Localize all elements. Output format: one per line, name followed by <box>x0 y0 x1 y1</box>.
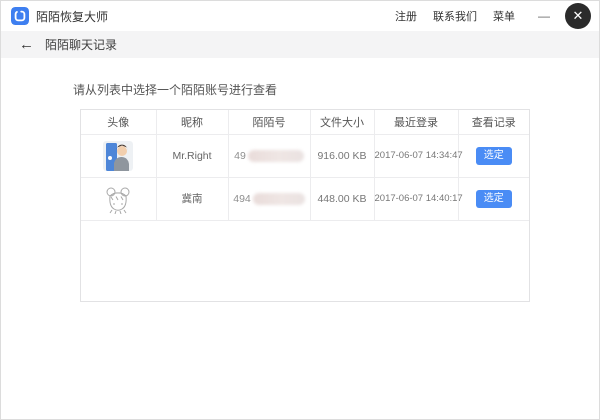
main-content: 请从列表中选择一个陌陌账号进行查看 头像 昵称 陌陌号 文件大小 最近登录 查看… <box>1 58 599 302</box>
register-link[interactable]: 注册 <box>395 8 417 24</box>
subheader-title: 陌陌聊天记录 <box>45 38 118 52</box>
momo-logo-icon <box>11 7 29 25</box>
table-header-row: 头像 昵称 陌陌号 文件大小 最近登录 查看记录 <box>81 110 529 135</box>
menu-link[interactable]: 菜单 <box>493 8 515 24</box>
last-login-cell: 2017-06-07 14:34:47 <box>374 134 463 178</box>
header-momo-id: 陌陌号 <box>228 110 311 135</box>
redacted-id-blur <box>252 192 305 205</box>
header-nickname: 昵称 <box>156 110 229 135</box>
minimize-icon[interactable]: — <box>537 1 551 31</box>
file-size-cell: 448.00 KB <box>310 177 375 221</box>
header-avatar: 头像 <box>81 110 157 135</box>
app-title: 陌陌恢复大师 <box>36 9 109 24</box>
titlebar: 陌陌恢复大师 注册 联系我们 菜单 — ✕ <box>1 1 599 31</box>
back-arrow-icon[interactable]: ← <box>19 37 34 52</box>
contact-us-link[interactable]: 联系我们 <box>433 8 477 24</box>
header-view-records: 查看记录 <box>458 110 529 135</box>
table-row: 冀南 494 448.00 KB 2017-06-07 14:40:17 选定 <box>81 177 529 221</box>
select-button[interactable]: 选定 <box>475 146 512 165</box>
header-file-size: 文件大小 <box>310 110 375 135</box>
close-button[interactable]: ✕ <box>565 3 591 29</box>
accounts-table-container: 头像 昵称 陌陌号 文件大小 最近登录 查看记录 Mr.Right 49 916… <box>80 109 530 302</box>
header-last-login: 最近登录 <box>374 110 459 135</box>
select-button[interactable]: 选定 <box>475 189 512 208</box>
app-window: 陌陌恢复大师 注册 联系我们 菜单 — ✕ ← 陌陌聊天记录 请从列表中选择一个… <box>0 0 600 420</box>
momo-id-cell: 494 <box>229 192 310 205</box>
anime-girl-sketch-avatar <box>103 183 134 214</box>
subheader: ← 陌陌聊天记录 <box>1 31 599 58</box>
man-cartoon-avatar <box>103 140 134 171</box>
accounts-table: 头像 昵称 陌陌号 文件大小 最近登录 查看记录 Mr.Right 49 916… <box>81 110 529 221</box>
table-row: Mr.Right 49 916.00 KB 2017-06-07 14:34:4… <box>81 134 529 178</box>
momo-id-cell: 49 <box>229 149 310 162</box>
instruction-text: 请从列表中选择一个陌陌账号进行查看 <box>73 83 278 97</box>
last-login-cell: 2017-06-07 14:40:17 <box>374 177 463 221</box>
nickname-cell: Mr.Right <box>156 134 229 178</box>
redacted-id-blur <box>247 149 304 162</box>
file-size-cell: 916.00 KB <box>310 134 375 178</box>
close-icon: ✕ <box>572 8 584 23</box>
nickname-cell: 冀南 <box>156 177 229 221</box>
